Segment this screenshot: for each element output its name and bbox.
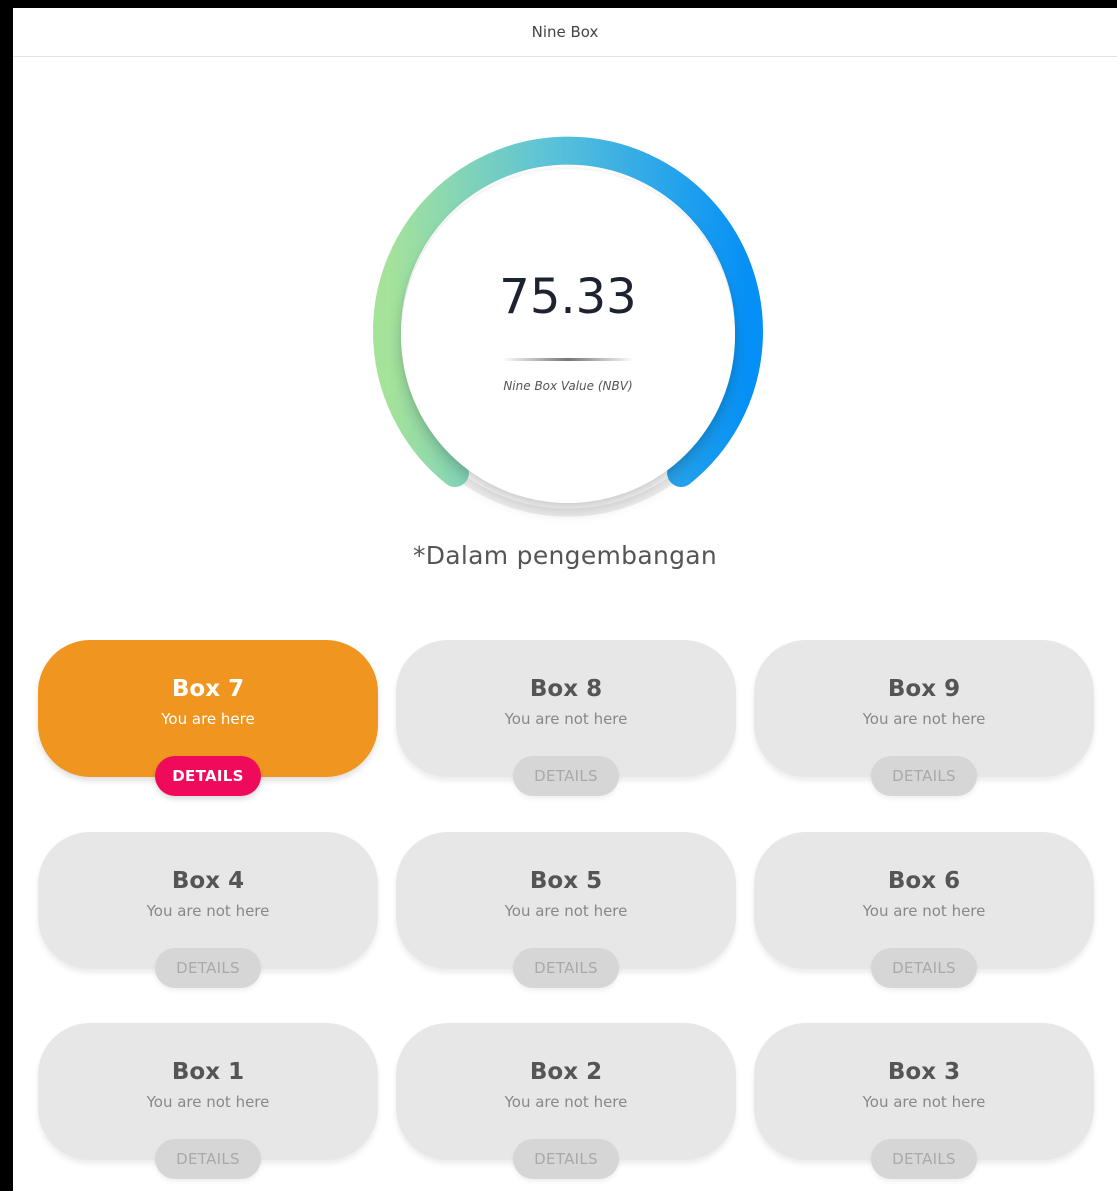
box-3-card: Box 3 You are not here DETAILS [754, 1023, 1094, 1179]
page-header: Nine Box [13, 8, 1117, 57]
page-title: Nine Box [531, 23, 599, 41]
app-frame: Nine Box 75.33 Nine Box Value (NBV) *Dal… [13, 8, 1117, 1191]
gauge-divider [502, 358, 634, 361]
box-title: Box 2 [529, 1059, 603, 1085]
box-status: You are not here [862, 902, 986, 920]
nbv-gauge: 75.33 Nine Box Value (NBV) [368, 136, 768, 536]
box-9-card: Box 9 You are not here DETAILS [754, 640, 1094, 796]
box-9-details-button[interactable]: DETAILS [871, 756, 977, 796]
box-2-details-button[interactable]: DETAILS [513, 1139, 619, 1179]
box-title: Box 9 [887, 676, 961, 702]
box-1-card: Box 1 You are not here DETAILS [38, 1023, 378, 1179]
box-status: You are not here [504, 710, 628, 728]
box-6-card: Box 6 You are not here DETAILS [754, 832, 1094, 988]
box-title: Box 5 [529, 868, 603, 894]
box-4-card: Box 4 You are not here DETAILS [38, 832, 378, 988]
box-status: You are not here [504, 1093, 628, 1111]
box-status: You are not here [862, 710, 986, 728]
box-5-details-button[interactable]: DETAILS [513, 948, 619, 988]
box-status: You are not here [146, 1093, 270, 1111]
box-title: Box 6 [887, 868, 961, 894]
box-title: Box 3 [887, 1059, 961, 1085]
box-5-card: Box 5 You are not here DETAILS [396, 832, 736, 988]
box-2-card: Box 2 You are not here DETAILS [396, 1023, 736, 1179]
nbv-caption: Nine Box Value (NBV) [503, 379, 633, 393]
box-7-card: Box 7 You are here DETAILS [38, 640, 378, 796]
box-3-details-button[interactable]: DETAILS [871, 1139, 977, 1179]
box-1-details-button[interactable]: DETAILS [155, 1139, 261, 1179]
box-7-details-button[interactable]: DETAILS [155, 756, 261, 796]
box-title: Box 8 [529, 676, 603, 702]
box-status: You are not here [504, 902, 628, 920]
box-6-details-button[interactable]: DETAILS [871, 948, 977, 988]
box-status: You are here [161, 710, 255, 728]
box-8-card: Box 8 You are not here DETAILS [396, 640, 736, 796]
box-4-details-button[interactable]: DETAILS [155, 948, 261, 988]
box-title: Box 1 [171, 1059, 245, 1085]
gauge-face [401, 169, 735, 503]
box-status: You are not here [146, 902, 270, 920]
box-status: You are not here [862, 1093, 986, 1111]
development-note: *Dalam pengembangan [412, 541, 718, 570]
box-title: Box 7 [171, 676, 245, 702]
nbv-value: 75.33 [499, 269, 637, 325]
box-title: Box 4 [171, 868, 245, 894]
box-8-details-button[interactable]: DETAILS [513, 756, 619, 796]
